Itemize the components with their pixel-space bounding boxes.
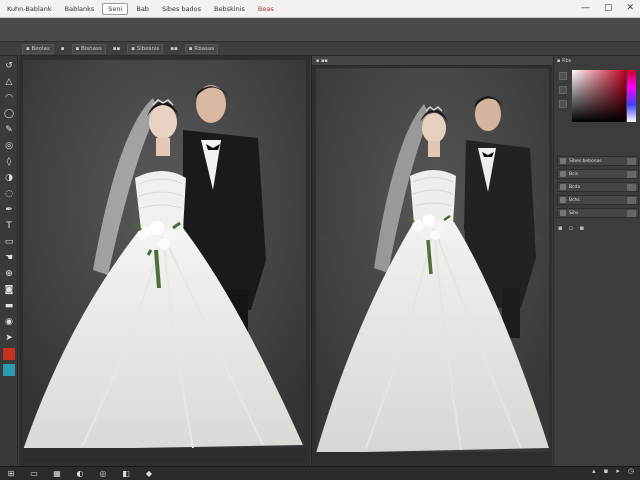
panel-footer-icon[interactable]: ▪ (580, 224, 585, 232)
screen-mode-icon[interactable]: ▬ (3, 300, 15, 312)
menu-item-6[interactable]: Beas (253, 4, 279, 14)
visibility-icon[interactable] (560, 184, 566, 190)
hue-slider[interactable] (627, 70, 636, 122)
brush-tool-icon[interactable]: ✎ (3, 124, 15, 136)
panel-footer-icon[interactable]: ▫ (569, 224, 574, 232)
panel-header: ▪ Rbs (557, 58, 572, 64)
option-button-4[interactable]: ▪ Sibesnis (127, 43, 164, 54)
option-button-1[interactable]: ▪ (58, 45, 68, 53)
start-icon[interactable]: ⊞ (3, 468, 19, 479)
layer-name: Bcda (569, 184, 581, 190)
system-tray: ▴ ▪ ▸ ◷ (592, 467, 634, 475)
menu-item-5[interactable]: Bebskinis (209, 4, 250, 14)
minimize-icon[interactable]: — (581, 3, 590, 13)
layer-thumbnail (627, 183, 636, 191)
layer-row[interactable]: Bcis (557, 169, 639, 179)
layer-thumbnail (627, 209, 636, 217)
layer-name: Sihs (569, 210, 579, 216)
hand-tool-icon[interactable]: ☚ (3, 252, 15, 264)
layer-row[interactable]: Sibes bebonas (557, 156, 639, 166)
application-bar (0, 18, 640, 42)
option-button-0[interactable]: ▪ Beolas (22, 43, 54, 54)
menu-item-4[interactable]: Sibes bados (157, 4, 206, 14)
layer-name: Sibes bebonas (569, 158, 602, 164)
taskbar: ⊞ ▭ ▦ ◐ ◎ ◧ ◆ (0, 466, 640, 480)
toolbox: ↺ △ ◠ ◯ ✎ ◎ ◊ ◑ ◌ ✒ T ▭ ☚ ⊕ ◙ ▬ ◉ ➤ (0, 56, 18, 466)
menu-item-0[interactable]: Kuhn-Bablank (2, 4, 57, 14)
tray-icon[interactable]: ◷ (628, 467, 634, 475)
swatch[interactable] (559, 86, 567, 94)
panel-footer-icon[interactable]: ▪ (558, 224, 563, 232)
visibility-icon[interactable] (560, 158, 566, 164)
option-button-3[interactable]: ▪▪ (110, 45, 123, 53)
menu-item-2[interactable]: Seni (102, 2, 129, 15)
close-icon[interactable]: ✕ (626, 3, 634, 13)
layer-row[interactable]: Sihs (557, 208, 639, 218)
pen-tool-icon[interactable]: ✒ (3, 204, 15, 216)
text-tool-icon[interactable]: T (3, 220, 15, 232)
arrow-tool-icon[interactable]: ➤ (3, 332, 15, 344)
tray-icon[interactable]: ▴ (592, 467, 596, 475)
layer-thumbnail (627, 196, 636, 204)
dodge-tool-icon[interactable]: ◌ (3, 188, 15, 200)
option-button-2[interactable]: ▪ Bisnass (71, 43, 106, 54)
orange-app-icon[interactable]: ◆ (141, 468, 157, 479)
settings-icon[interactable]: ◎ (95, 468, 111, 479)
tray-icon[interactable]: ▸ (616, 467, 620, 475)
panel-footer: ▪ ▫ ▪ (558, 224, 584, 232)
history-icon[interactable]: ↺ (3, 60, 15, 72)
file-explorer-icon[interactable]: ▭ (26, 468, 42, 479)
right-panel: ▪ Rbs Sibes bebonas Bcis Bcda Bchs Sihs ▪ ▫ ▪ (553, 56, 640, 466)
swatch[interactable] (559, 100, 567, 108)
color-picker-field[interactable] (572, 70, 626, 122)
document-right-tab[interactable]: ▪ ▪▪ (312, 56, 553, 66)
background-color-swatch[interactable] (3, 364, 15, 376)
tray-icon[interactable]: ▪ (604, 467, 609, 475)
menu-item-3[interactable]: Bab (131, 4, 154, 14)
wedding-photo-left-art (23, 60, 306, 462)
drop-tool-icon[interactable]: ◊ (3, 156, 15, 168)
layer-thumbnail (627, 157, 636, 165)
paint-tool-icon[interactable]: ◑ (3, 172, 15, 184)
layer-name: Bcis (569, 171, 579, 177)
triangle-tool-icon[interactable]: △ (3, 76, 15, 88)
eye-tool-icon[interactable]: ◉ (3, 316, 15, 328)
window-controls: — ▢ ✕ (581, 3, 634, 13)
options-bar: ▪ Beolas ▪ ▪ Bisnass ▪▪ ▪ Sibesnis ▪▪ ▪ Rbasas (0, 42, 640, 56)
gallery-icon[interactable]: ▦ (49, 468, 65, 479)
foreground-color-swatch[interactable] (3, 348, 15, 360)
shape-tool-icon[interactable]: ▭ (3, 236, 15, 248)
visibility-icon[interactable] (560, 210, 566, 216)
photo-editor-window: Kuhn-Bablank Bablanks Seni Bab Sibes bados Be… (0, 0, 640, 480)
lasso-tool-icon[interactable]: ◠ (3, 92, 15, 104)
layer-thumbnail (627, 170, 636, 178)
wedding-photo-right[interactable] (316, 68, 549, 462)
menu-item-1[interactable]: Bablanks (60, 4, 100, 14)
layer-row[interactable]: Bcda (557, 182, 639, 192)
wedding-photo-left[interactable] (23, 60, 306, 462)
document-right: ▪ ▪▪ (311, 56, 553, 466)
document-left (19, 56, 310, 466)
option-button-5[interactable]: ▪▪ (167, 45, 180, 53)
wedding-photo-right-art (316, 68, 549, 462)
menubar: Kuhn-Bablank Bablanks Seni Bab Sibes bados Be… (0, 0, 640, 18)
zoom-tool-icon[interactable]: ⊕ (3, 268, 15, 280)
option-button-6[interactable]: ▪ Rbasas (184, 43, 219, 54)
maximize-icon[interactable]: ▢ (604, 3, 613, 13)
stamp-tool-icon[interactable]: ◎ (3, 140, 15, 152)
visibility-icon[interactable] (560, 197, 566, 203)
visibility-icon[interactable] (560, 171, 566, 177)
quickmask-icon[interactable]: ◙ (3, 284, 15, 296)
browser-icon[interactable]: ◐ (72, 468, 88, 479)
photo-app-icon[interactable]: ◧ (118, 468, 134, 479)
ellipse-tool-icon[interactable]: ◯ (3, 108, 15, 120)
layer-row[interactable]: Bchs (557, 195, 639, 205)
layer-name: Bchs (569, 197, 580, 203)
swatch[interactable] (559, 72, 567, 80)
